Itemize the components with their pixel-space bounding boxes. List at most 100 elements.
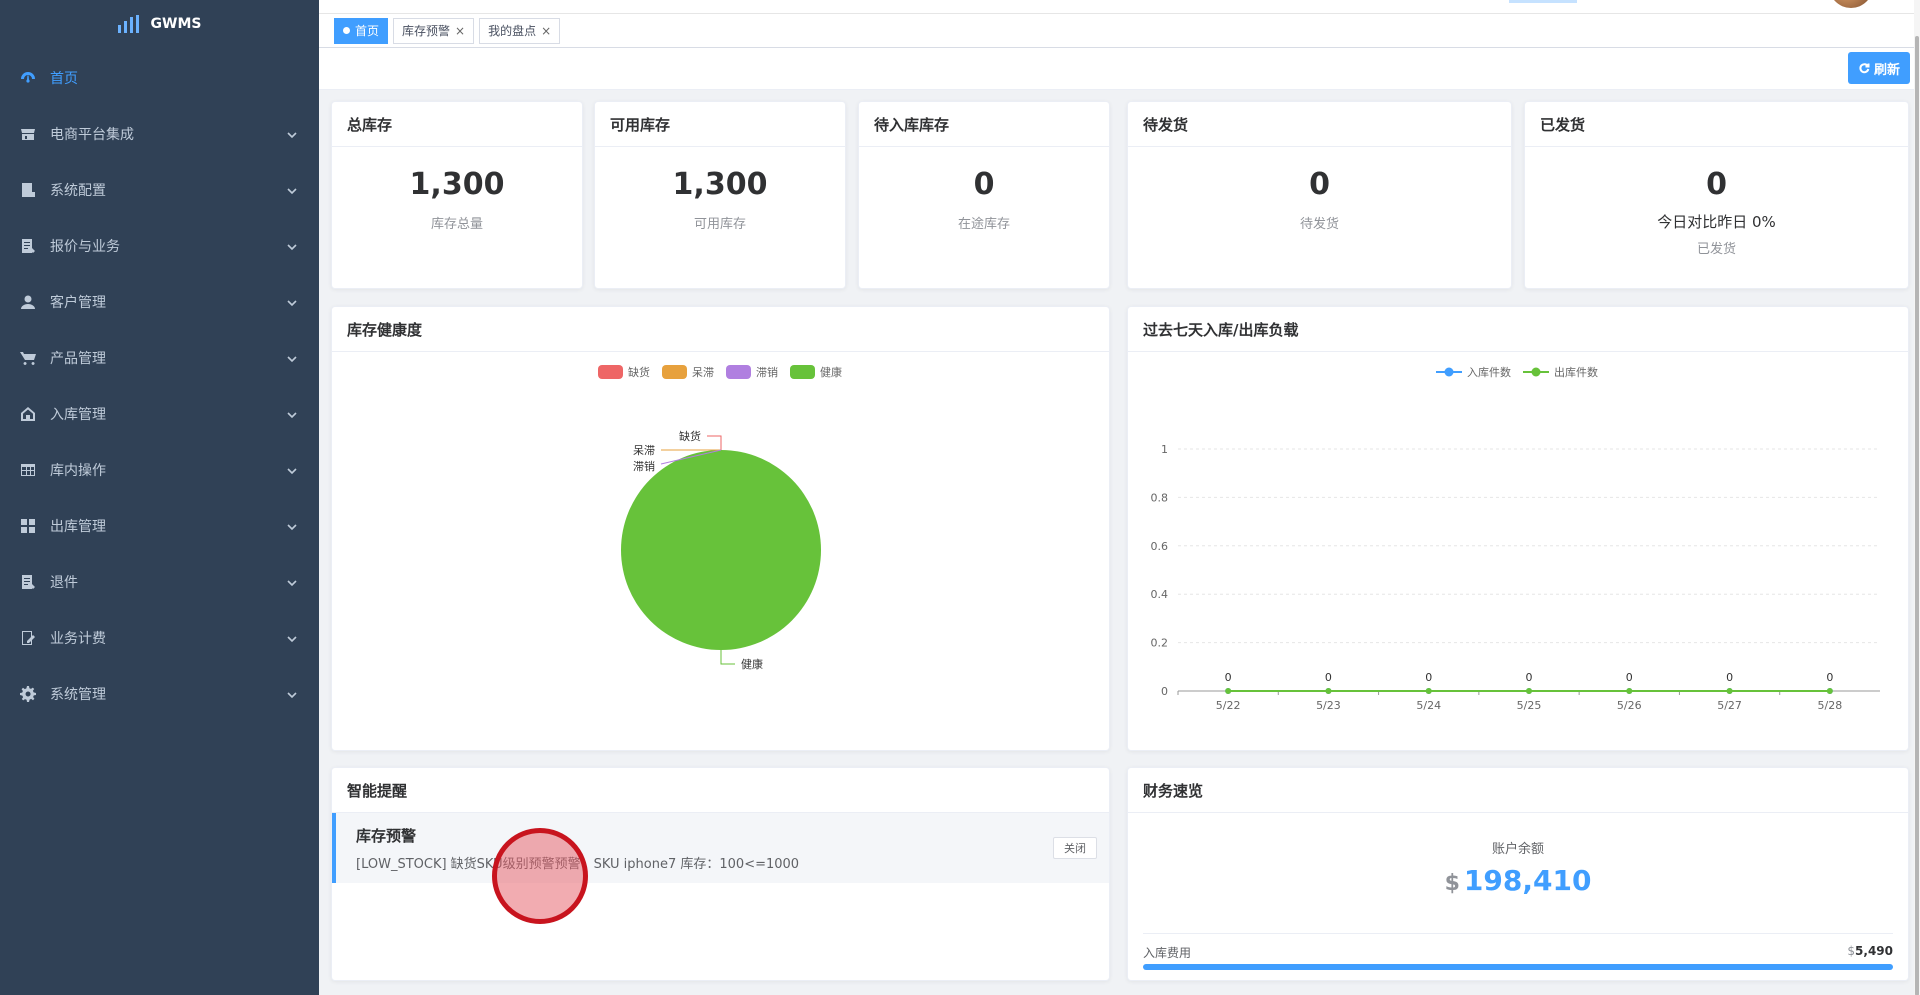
pie-label: 呆滞 — [633, 444, 655, 457]
data-label: 0 — [1726, 671, 1733, 684]
close-icon[interactable]: × — [455, 24, 465, 38]
sidebar-item-label: 首页 — [50, 71, 78, 87]
gear-icon — [20, 686, 36, 702]
sidebar-item-system-admin[interactable]: 系统管理 — [0, 666, 319, 722]
scrollbar-thumb[interactable] — [1915, 36, 1919, 995]
pie-slice-健康[interactable] — [621, 450, 821, 650]
sidebar-item-system-config[interactable]: 系统配置 — [0, 162, 319, 218]
finance-card: 财务速览 账户余额 $198,410 入库费用 $5,490 — [1127, 767, 1909, 981]
balance-amount: $198,410 — [1128, 864, 1908, 897]
stat-caption: 待发货 — [1299, 217, 1339, 232]
data-point[interactable] — [1526, 688, 1532, 694]
return-icon — [20, 574, 36, 590]
close-icon[interactable]: × — [541, 24, 551, 38]
line-chart: 0 0.2 0.4 0.6 0.8 1 5/22 5/23 5/24 5/25 5/26 5/27 5/… — [1151, 443, 1880, 712]
stat-value: 0 — [1706, 167, 1727, 202]
sidebar-item-home[interactable]: 首页 — [0, 50, 319, 106]
card-title: 财务速览 — [1128, 768, 1908, 813]
home-icon — [20, 406, 36, 422]
stat-value: 1,300 — [409, 167, 505, 202]
chevron-down-icon — [287, 464, 297, 475]
sidebar-item-products[interactable]: 产品管理 — [0, 330, 319, 386]
chevron-down-icon — [287, 688, 297, 699]
apps-icon — [20, 518, 36, 534]
y-tick-label: 0.4 — [1151, 588, 1169, 601]
tag-stock-alert[interactable]: 库存预警 × — [393, 17, 475, 44]
fee-row: 入库费用 $5,490 — [1143, 933, 1893, 961]
chevron-down-icon — [287, 408, 297, 419]
top-navbar — [319, 0, 1920, 14]
tag-label: 首页 — [355, 24, 380, 38]
cart-icon — [20, 350, 36, 366]
card-title: 总库存 — [332, 102, 582, 147]
sidebar-item-billing[interactable]: 业务计费 — [0, 610, 319, 666]
refresh-button[interactable]: 刷新 — [1847, 52, 1910, 84]
chevron-down-icon — [287, 576, 297, 587]
sidebar-item-ecommerce[interactable]: 电商平台集成 — [0, 106, 319, 162]
tags-view: 首页 库存预警 × 我的盘点 × — [319, 14, 1920, 48]
y-tick-label: 0.6 — [1151, 540, 1169, 553]
brand[interactable]: GWMS — [0, 0, 319, 48]
tag-home[interactable]: 首页 — [334, 17, 389, 44]
data-point[interactable] — [1325, 688, 1332, 694]
x-tick-label: 5/28 — [1818, 699, 1843, 712]
x-tick-label: 5/26 — [1617, 699, 1642, 712]
data-label: 0 — [1526, 671, 1533, 684]
sidebar-item-label: 客户管理 — [50, 295, 106, 311]
stat-value: 0 — [973, 167, 995, 202]
x-tick-label: 5/22 — [1216, 699, 1241, 712]
chevron-down-icon — [287, 240, 297, 251]
sidebar-item-warehouse-ops[interactable]: 库内操作 — [0, 442, 319, 498]
config-icon — [20, 182, 36, 198]
avatar[interactable] — [1829, 0, 1873, 8]
card-title: 待发货 — [1128, 102, 1511, 147]
sidebar-item-inbound[interactable]: 入库管理 — [0, 386, 319, 442]
data-label: 0 — [1826, 671, 1833, 684]
navbar-active-indicator — [1509, 0, 1577, 3]
tag-my-stocktake[interactable]: 我的盘点 × — [479, 17, 561, 44]
chevron-down-icon — [287, 520, 297, 531]
data-point[interactable] — [1225, 688, 1232, 694]
pie-leader-line — [707, 435, 722, 450]
stat-card-pending-inbound: 待入库库存 0 在途库存 — [858, 101, 1110, 289]
stat-caption: 已发货 — [1696, 242, 1736, 257]
fee-value: 5,490 — [1855, 944, 1893, 958]
data-point[interactable] — [1626, 688, 1633, 694]
sidebar-item-label: 系统配置 — [50, 183, 106, 199]
stat-card-available: 可用库存 1,300 可用库存 — [594, 101, 846, 289]
fee-amount: $5,490 — [1847, 944, 1893, 961]
dashboard-icon — [20, 70, 36, 86]
card-title: 已发货 — [1525, 102, 1908, 147]
sidebar-item-label: 出库管理 — [50, 519, 106, 535]
sidebar-item-quote[interactable]: 报价与业务 — [0, 218, 319, 274]
alert-close-button[interactable]: 关闭 — [1053, 837, 1097, 859]
stat-caption: 可用库存 — [693, 217, 746, 232]
card-title: 过去七天入库/出库负载 — [1128, 307, 1908, 352]
sidebar-item-outbound[interactable]: 出库管理 — [0, 498, 319, 554]
main-content: 首页 库存预警 × 我的盘点 × 刷新 总库存 1,300 库存总量 可用库存 … — [319, 0, 1920, 995]
sidebar-menu: 首页 电商平台集成 系统配置 报价与业务 客户管理 产品管理 入库管理 库内操作… — [0, 50, 319, 722]
shop-icon — [20, 126, 36, 142]
stat-card-pending-shipment: 待发货 0 待发货 — [1127, 101, 1512, 289]
x-tick-label: 5/23 — [1316, 699, 1341, 712]
card-title: 智能提醒 — [332, 768, 1109, 813]
stat-card-shipped: 已发货 0 今日对比昨日 0% 已发货 — [1524, 101, 1909, 289]
sidebar: GWMS 首页 电商平台集成 系统配置 报价与业务 客户管理 产品管理 入库管理… — [0, 0, 319, 995]
sidebar-item-returns[interactable]: 退件 — [0, 554, 319, 610]
data-point[interactable] — [1826, 688, 1833, 694]
sidebar-item-label: 系统管理 — [50, 687, 106, 703]
data-point[interactable] — [1726, 688, 1733, 694]
scrollbar[interactable] — [1914, 0, 1920, 995]
click-indicator — [492, 828, 588, 924]
brand-name: GWMS — [150, 16, 202, 32]
alerts-card: 智能提醒 库存预警 [LOW_STOCK] 缺货SKU级别预警预警：SKU ip… — [331, 767, 1110, 981]
card-title: 库存健康度 — [332, 307, 1109, 352]
x-tick-label: 5/27 — [1717, 699, 1742, 712]
data-point[interactable] — [1425, 688, 1432, 694]
data-label: 0 — [1225, 671, 1232, 684]
user-icon — [20, 294, 36, 310]
data-label: 0 — [1425, 671, 1432, 684]
sidebar-item-customers[interactable]: 客户管理 — [0, 274, 319, 330]
chevron-down-icon — [287, 128, 297, 139]
edit-doc-icon — [20, 630, 36, 646]
